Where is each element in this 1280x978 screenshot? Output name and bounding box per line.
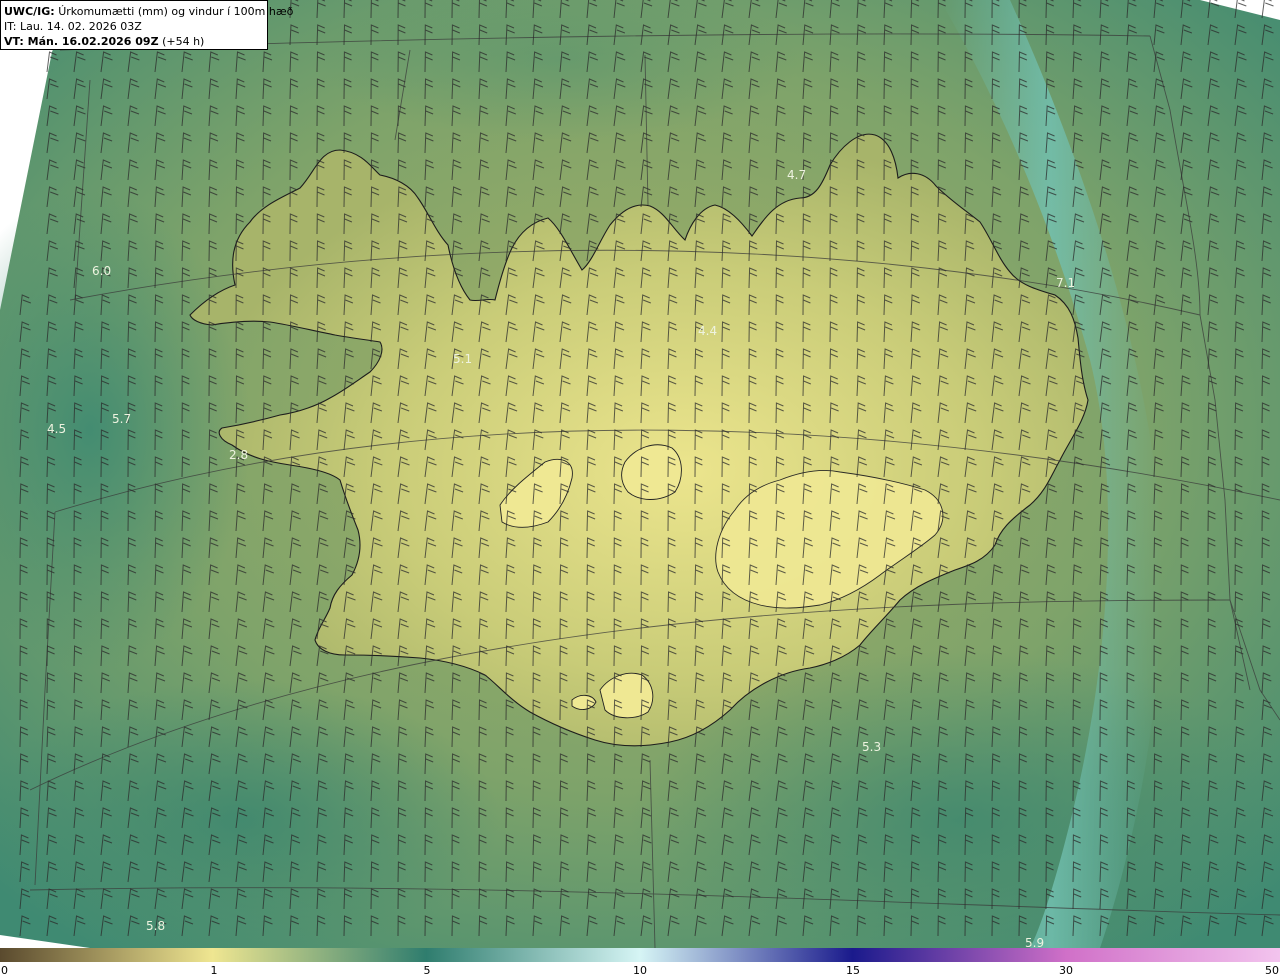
value-label-southeast-corner: 5.9 (1025, 936, 1044, 948)
value-label-north: 4.7 (787, 168, 806, 182)
value-label-southwest-corner: 5.8 (146, 919, 165, 933)
value-label-northeast-sea: 7.1 (1056, 276, 1075, 290)
value-label-snaefellsnes: 2.8 (229, 448, 248, 462)
forecast-info-box: UWC/IG: Úrkomumætti (mm) og vindur í 100… (0, 0, 293, 50)
colorbar-strip (0, 948, 1280, 962)
colorbar-tick-50: 50 (1265, 964, 1279, 977)
title-row: UWC/IG: Úrkomumætti (mm) og vindur í 100… (4, 4, 293, 19)
value-label-northwest-sea: 6.0 (92, 264, 111, 278)
colorbar-tick-30: 30 (1059, 964, 1073, 977)
valid-time-row: VT: Mán. 16.02.2026 09Z (+54 h) (4, 34, 264, 49)
model-name: UWC/IG: (4, 5, 55, 18)
value-label-south-sea: 5.3 (862, 740, 881, 754)
init-time-label: IT: (4, 20, 17, 33)
valid-time: VT: Mán. 16.02.2026 09Z (4, 35, 159, 48)
value-label-west-sea: 5.7 (112, 412, 131, 426)
colorbar-tick-5: 5 (423, 964, 431, 977)
precipitation-map: 4.7 6.0 7.1 5.1 4.4 5.7 4.5 2.8 5.3 5.8 … (0, 0, 1280, 948)
value-label-far-west: 4.5 (47, 422, 66, 436)
colorbar-tick-15: 15 (846, 964, 860, 977)
init-time-row: IT: Lau. 14. 02. 2026 03Z (4, 19, 264, 34)
colorbar-tick-1: 1 (210, 964, 218, 977)
map-title: Úrkomumætti (mm) og vindur í 100m hæð (58, 5, 294, 18)
value-label-westfjords: 5.1 (453, 352, 472, 366)
colorbar-tick-0: 0 (1, 964, 8, 977)
value-label-north-interior: 4.4 (698, 324, 717, 338)
init-time-value: Lau. 14. 02. 2026 03Z (19, 20, 142, 33)
lead-time: (+54 h) (162, 35, 205, 48)
colorbar-tick-10: 10 (633, 964, 647, 977)
colorbar: 0 1 5 10 15 30 50 (0, 948, 1280, 978)
